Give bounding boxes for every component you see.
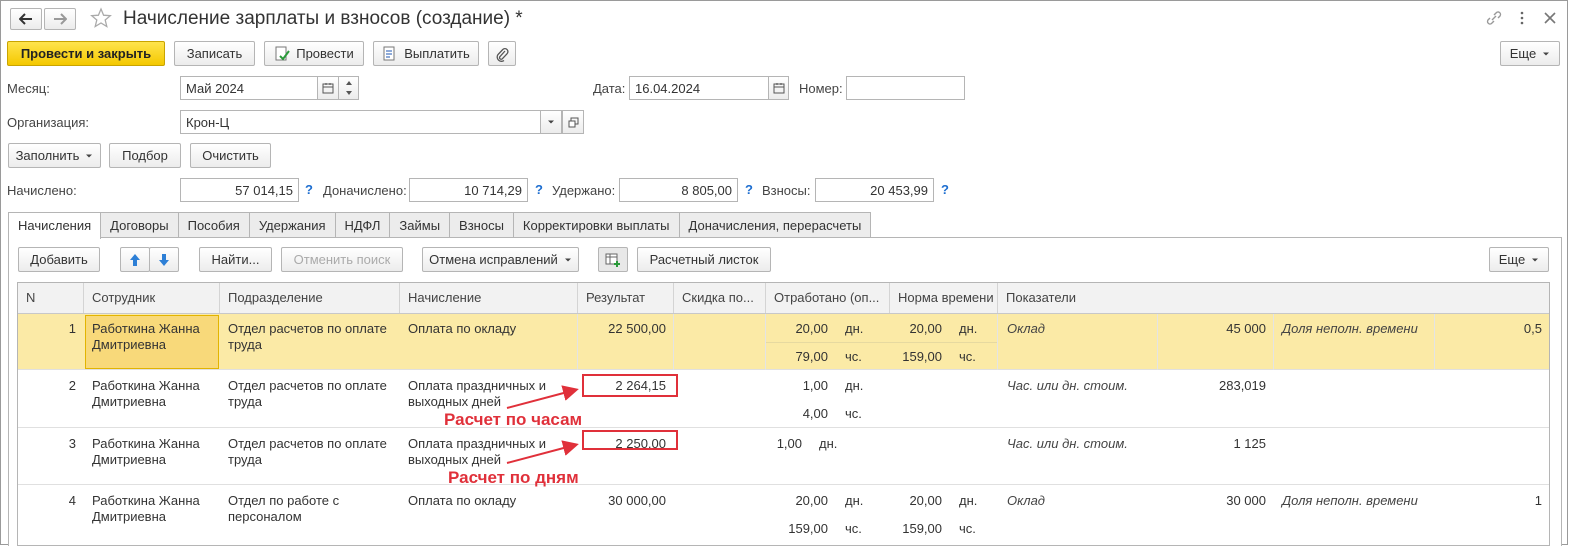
annotation-days-calculation: Расчет по дням <box>448 468 579 487</box>
annotation-hours-calculation: Расчет по часам <box>444 410 583 429</box>
arrow-to-days-result <box>506 440 579 464</box>
arrow-to-hours-result <box>506 385 579 409</box>
tab-accruals[interactable]: Начисления <box>8 212 102 239</box>
annotation-arrows <box>506 385 579 464</box>
document-window: Начисление зарплаты и взносов (создание)… <box>0 0 1568 546</box>
